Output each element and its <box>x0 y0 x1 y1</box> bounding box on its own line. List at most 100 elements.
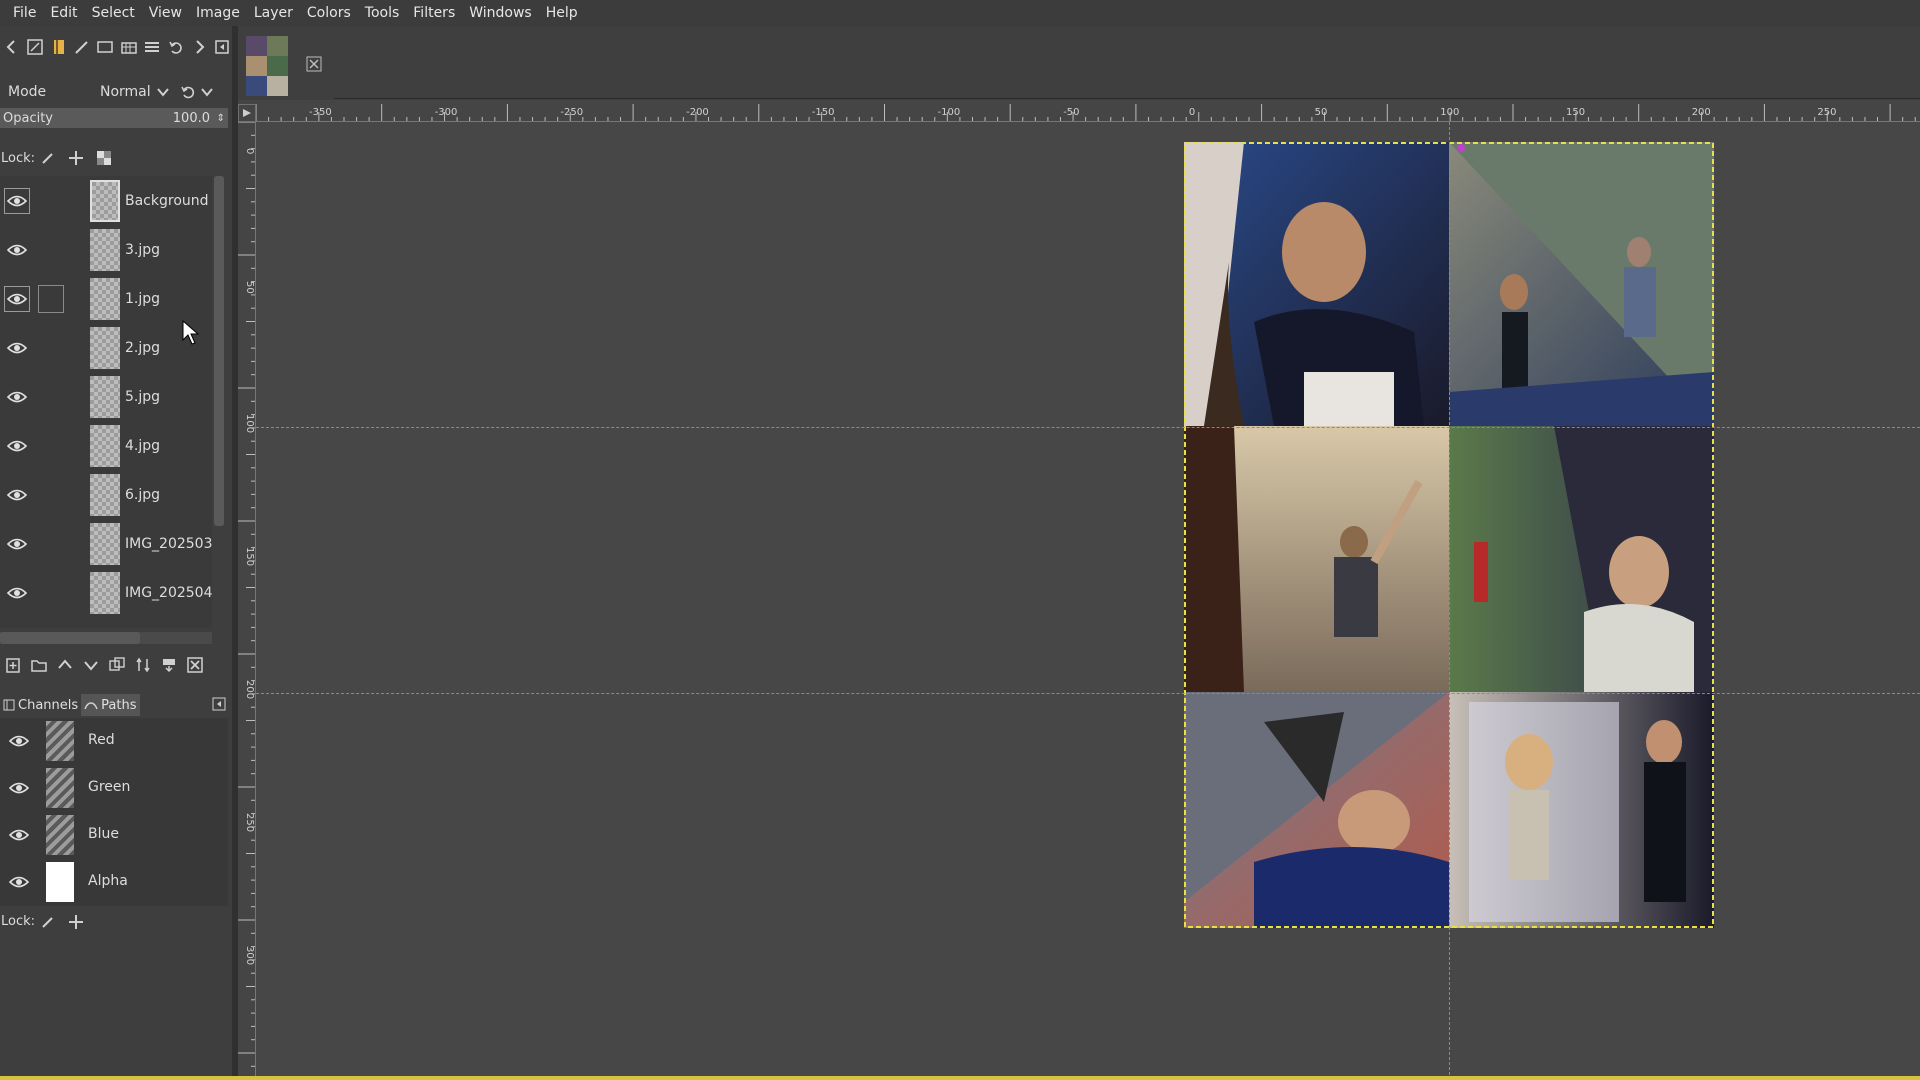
new-layer-icon[interactable] <box>4 656 22 674</box>
lower-layer-icon[interactable] <box>82 656 100 674</box>
eye-icon[interactable] <box>4 580 30 606</box>
ruler-label: -300 <box>435 107 458 118</box>
layer-row[interactable]: 4.jpg <box>0 421 212 470</box>
layer-row[interactable]: IMG_202503 <box>0 519 212 568</box>
eye-icon[interactable] <box>4 237 30 263</box>
eye-icon[interactable] <box>6 822 32 848</box>
images-icon[interactable] <box>96 36 115 58</box>
menu-file[interactable]: File <box>6 0 43 26</box>
eye-icon[interactable] <box>6 728 32 754</box>
opacity-value[interactable]: 100.0 <box>173 111 210 126</box>
tab-menu-icon[interactable] <box>212 697 226 711</box>
menu-image[interactable]: Image <box>189 0 247 26</box>
menu-layer[interactable]: Layer <box>247 0 300 26</box>
menu-windows[interactable]: Windows <box>462 0 539 26</box>
delete-layer-icon[interactable] <box>186 656 204 674</box>
gimp-window: File Edit Select View Image Layer Colors… <box>0 0 1920 1080</box>
raise-layer-icon[interactable] <box>56 656 74 674</box>
merge-layer-icon[interactable] <box>160 656 178 674</box>
layer-row[interactable]: IMG_202504 <box>0 568 212 617</box>
layer-name: 5.jpg <box>125 388 161 405</box>
lock-label: Lock: <box>1 914 36 929</box>
channel-name: Blue <box>88 826 119 842</box>
channel-row[interactable]: Alpha <box>0 859 228 906</box>
mode-row: Mode Normal <box>0 78 228 106</box>
menu-help[interactable]: Help <box>539 0 585 26</box>
tool-options-icon[interactable] <box>25 36 44 58</box>
layers-hscroll-thumb[interactable] <box>0 632 140 644</box>
horizontal-guide[interactable] <box>256 427 1920 428</box>
layers-scrollbar[interactable] <box>214 176 224 526</box>
layer-row[interactable]: Background <box>0 176 212 225</box>
mode-switch[interactable] <box>180 82 224 102</box>
tab-channels-label: Channels <box>18 697 79 713</box>
menu-tools[interactable]: Tools <box>358 0 407 26</box>
duplicate-layer-icon[interactable] <box>108 656 126 674</box>
channel-row[interactable]: Red <box>0 718 228 765</box>
layer-row[interactable]: 2.jpg <box>0 323 212 372</box>
channel-thumbnail <box>46 768 74 808</box>
horizontal-guide[interactable] <box>256 693 1920 694</box>
tab-paths[interactable]: Paths <box>81 694 140 716</box>
eye-icon[interactable] <box>4 286 30 312</box>
ruler-label: 200 <box>1692 107 1711 118</box>
layer-thumbnail <box>90 278 120 320</box>
menu-filters[interactable]: Filters <box>406 0 462 26</box>
new-layer-group-icon[interactable] <box>30 656 48 674</box>
reset-icon <box>181 86 195 99</box>
vertical-guide[interactable] <box>1449 122 1450 1080</box>
patterns-icon[interactable] <box>119 36 138 58</box>
mode-select[interactable]: Normal <box>96 80 174 104</box>
close-icon[interactable] <box>306 56 322 72</box>
horizontal-ruler[interactable]: -350 -300 -250 -200 -150 -100 -50 0 50 100 150 200 2… <box>256 104 1920 122</box>
image-tab-strip <box>238 26 1920 100</box>
image-tab-thumbnail[interactable] <box>246 36 288 96</box>
eye-icon[interactable] <box>6 869 32 895</box>
opacity-slider[interactable]: Opacity 100.0 ⇕ <box>0 108 228 128</box>
layer-row[interactable]: 1.jpg <box>0 274 212 323</box>
channel-row[interactable]: Green <box>0 765 228 812</box>
lock-pixels-icon[interactable] <box>40 150 56 166</box>
chain-toggle[interactable] <box>38 285 64 313</box>
lock-position-icon[interactable] <box>68 150 84 166</box>
menu-select[interactable]: Select <box>85 0 142 26</box>
menu-view[interactable]: View <box>142 0 189 26</box>
lock-alpha-icon[interactable] <box>96 150 112 166</box>
spin-arrows-icon[interactable]: ⇕ <box>217 113 225 124</box>
layer-thumbnail <box>90 229 120 271</box>
menu-edit[interactable]: Edit <box>43 0 84 26</box>
lock-position-icon[interactable] <box>68 914 84 930</box>
channel-name: Alpha <box>88 873 128 889</box>
undo-history-icon[interactable] <box>166 36 185 58</box>
layer-row[interactable]: 6.jpg <box>0 470 212 519</box>
eye-icon[interactable] <box>4 433 30 459</box>
chevron-left-icon[interactable] <box>2 36 21 58</box>
tab-channels[interactable]: Channels <box>0 694 81 716</box>
layer-thumbnail <box>90 327 120 369</box>
eye-icon[interactable] <box>4 188 30 214</box>
eye-icon[interactable] <box>4 531 30 557</box>
chevron-right-icon[interactable] <box>189 36 208 58</box>
ruler-corner-button[interactable] <box>238 104 256 122</box>
eye-icon[interactable] <box>4 335 30 361</box>
layer-thumbnail <box>90 180 120 222</box>
lock-label: Lock: <box>1 150 36 166</box>
layers-icon[interactable] <box>142 36 161 58</box>
brushes-icon[interactable] <box>49 36 68 58</box>
dock-menu-icon[interactable] <box>213 36 232 58</box>
eye-icon[interactable] <box>4 384 30 410</box>
layer-name: IMG_202504 <box>125 584 212 601</box>
vertical-ruler[interactable]: 0 50 100 150 200 250 300 <box>238 122 256 1080</box>
anchor-layer-icon[interactable] <box>134 656 152 674</box>
ruler-label: 50 <box>244 281 255 294</box>
image-canvas-area[interactable] <box>256 122 1920 1080</box>
eye-icon[interactable] <box>4 482 30 508</box>
lock-pixels-icon[interactable] <box>40 914 56 930</box>
eye-icon[interactable] <box>6 775 32 801</box>
channel-row[interactable]: Blue <box>0 812 228 859</box>
layer-row[interactable]: 5.jpg <box>0 372 212 421</box>
menu-colors[interactable]: Colors <box>300 0 358 26</box>
mode-label: Mode <box>8 84 47 100</box>
layer-row[interactable]: 3.jpg <box>0 225 212 274</box>
paint-icon[interactable] <box>72 36 91 58</box>
